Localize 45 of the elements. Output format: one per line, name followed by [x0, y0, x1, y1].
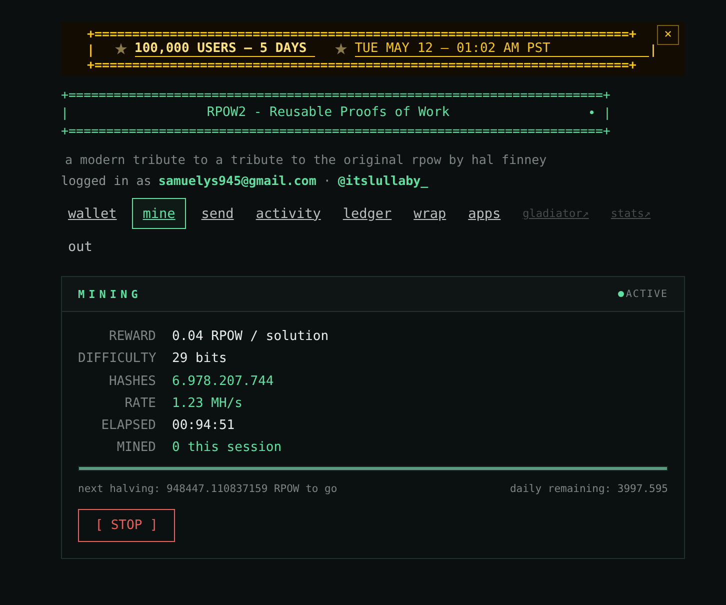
nav-link[interactable]: send: [194, 198, 241, 229]
stat-label: REWARD: [108, 328, 156, 346]
star-icon: [334, 43, 347, 55]
banner-datetime: TUE MAY 12 — 01:02 AM PST: [354, 41, 650, 57]
header-edge: |: [603, 104, 611, 122]
panel-title: MINING: [78, 288, 142, 300]
login-label: logged in as: [61, 173, 152, 188]
stat-value: 6.978.207.744: [172, 372, 275, 390]
stat-label: ELAPSED: [100, 417, 156, 434]
star-icon: [114, 43, 127, 55]
site-title: RPOW2 - Reusable Proofs of Work: [206, 104, 451, 122]
stop-button[interactable]: [ STOP ]: [78, 508, 175, 542]
banner-headline: 100,000 USERS — 5 DAYS: [134, 41, 315, 57]
stat-value: 29 bits: [172, 350, 228, 368]
close-button[interactable]: ×: [657, 25, 679, 45]
nav-link[interactable]: mine: [132, 198, 186, 229]
nav-link[interactable]: activity: [248, 198, 328, 229]
header-rule: +=======================================================================+: [61, 122, 610, 140]
banner-rule: +=======================================================================+: [87, 57, 636, 72]
next-halving: next halving: 948447.110837159 RPOW to go: [78, 482, 338, 495]
daily-remaining: daily remaining: 3997.595: [510, 482, 668, 495]
nav-link[interactable]: apps: [461, 198, 508, 229]
stat-label: DIFFICULTY: [78, 350, 156, 368]
stat-value: 0 this session: [172, 439, 283, 457]
stat-label: RATE: [124, 394, 156, 412]
status-label: ACTIVE: [626, 288, 668, 300]
header-edge: |: [61, 104, 69, 122]
header-rule: +=======================================================================+: [61, 86, 610, 104]
separator: ·: [323, 173, 331, 188]
stat-value: 00:94:51: [172, 417, 236, 434]
stat-value: 1.23 MH/s: [172, 394, 244, 412]
nav-link[interactable]: out: [61, 231, 100, 262]
stat-label: HASHES: [108, 372, 156, 390]
user-email: samuelys945@gmail.com: [158, 173, 316, 188]
stat-value: 0.04 RPOW / solution: [172, 328, 329, 346]
user-handle[interactable]: @itslullaby_: [338, 173, 428, 188]
nav-link[interactable]: wrap: [406, 198, 454, 229]
nav-link[interactable]: wallet: [61, 198, 124, 229]
nav-link[interactable]: ledger: [336, 198, 399, 229]
banner-edge: |: [649, 42, 657, 56]
stat-label: MINED: [116, 439, 156, 457]
tagline: a modern tribute to a tribute to the original rpow by hal finney: [65, 152, 548, 167]
banner-rule: +=======================================================================+: [87, 26, 636, 41]
banner-edge: |: [87, 42, 95, 56]
status-dot: •: [588, 104, 596, 122]
